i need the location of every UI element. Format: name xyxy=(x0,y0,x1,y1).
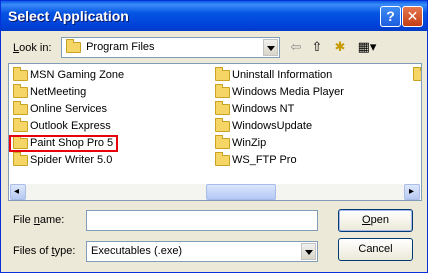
annotation-highlight-box xyxy=(9,135,118,152)
help-button[interactable]: ? xyxy=(380,6,401,27)
list-item[interactable]: WindowsUpdate xyxy=(215,117,312,134)
chevron-down-icon[interactable] xyxy=(263,39,278,56)
scroll-right-button[interactable]: ▸ xyxy=(404,184,420,200)
folder-icon xyxy=(13,151,28,166)
new-folder-icon[interactable]: ✱ xyxy=(331,38,349,56)
folder-icon xyxy=(215,117,230,132)
list-item[interactable]: Online Services xyxy=(13,100,107,117)
folder-icon xyxy=(215,66,230,81)
file-name-input[interactable] xyxy=(86,210,318,231)
list-item[interactable]: Windows Media Player xyxy=(215,83,344,100)
open-button[interactable]: Open xyxy=(338,209,413,232)
list-item[interactable]: Uninstall Information xyxy=(215,66,332,83)
close-button[interactable]: ✕ xyxy=(402,6,423,27)
list-item[interactable]: MSN Gaming Zone xyxy=(13,66,124,83)
horizontal-scrollbar[interactable]: ◂ ▸ xyxy=(10,184,420,200)
file-name-label: File name: xyxy=(13,214,65,226)
chevron-left-icon: ◂ xyxy=(14,186,20,197)
up-folder-icon[interactable]: ⇧ xyxy=(308,38,326,56)
select-application-dialog: Select Application ? ✕ Look in: Program … xyxy=(0,0,428,273)
list-item[interactable]: WinZip xyxy=(215,134,266,151)
files-of-type-label: Files of type: xyxy=(13,245,76,257)
view-menu-icon[interactable]: ▦▾ xyxy=(355,38,379,56)
list-item[interactable]: Spider Writer 5.0 xyxy=(13,151,112,168)
folder-icon xyxy=(413,67,421,81)
dialog-title: Select Application xyxy=(8,8,129,24)
list-item[interactable]: NetMeeting xyxy=(13,83,86,100)
folder-icon xyxy=(215,151,230,166)
file-list[interactable]: MSN Gaming Zone NetMeeting Online Servic… xyxy=(8,63,422,201)
files-of-type-dropdown[interactable]: Executables (.exe) xyxy=(86,241,318,262)
chevron-down-icon[interactable] xyxy=(301,243,316,260)
back-icon[interactable]: ⇦ xyxy=(287,38,305,56)
list-item[interactable]: Windows NT xyxy=(215,100,294,117)
folder-icon xyxy=(66,38,81,53)
look-in-label: Look in: xyxy=(13,42,52,54)
look-in-value: Program Files xyxy=(86,41,155,53)
list-item[interactable]: Outlook Express xyxy=(13,117,111,134)
folder-icon xyxy=(215,100,230,115)
title-bar: Select Application ? ✕ xyxy=(1,1,427,31)
files-of-type-value: Executables (.exe) xyxy=(91,245,183,257)
folder-icon xyxy=(13,100,28,115)
cancel-button[interactable]: Cancel xyxy=(338,238,413,261)
folder-icon xyxy=(215,134,230,149)
folder-icon xyxy=(13,117,28,132)
folder-icon xyxy=(215,83,230,98)
folder-icon xyxy=(13,66,28,81)
scroll-left-button[interactable]: ◂ xyxy=(10,184,26,200)
scrollbar-thumb[interactable] xyxy=(206,184,276,200)
list-item-partial[interactable] xyxy=(413,67,421,83)
folder-icon xyxy=(13,83,28,98)
look-in-dropdown[interactable]: Program Files xyxy=(61,37,280,58)
chevron-right-icon: ▸ xyxy=(409,186,415,197)
list-item[interactable]: WS_FTP Pro xyxy=(215,151,297,168)
